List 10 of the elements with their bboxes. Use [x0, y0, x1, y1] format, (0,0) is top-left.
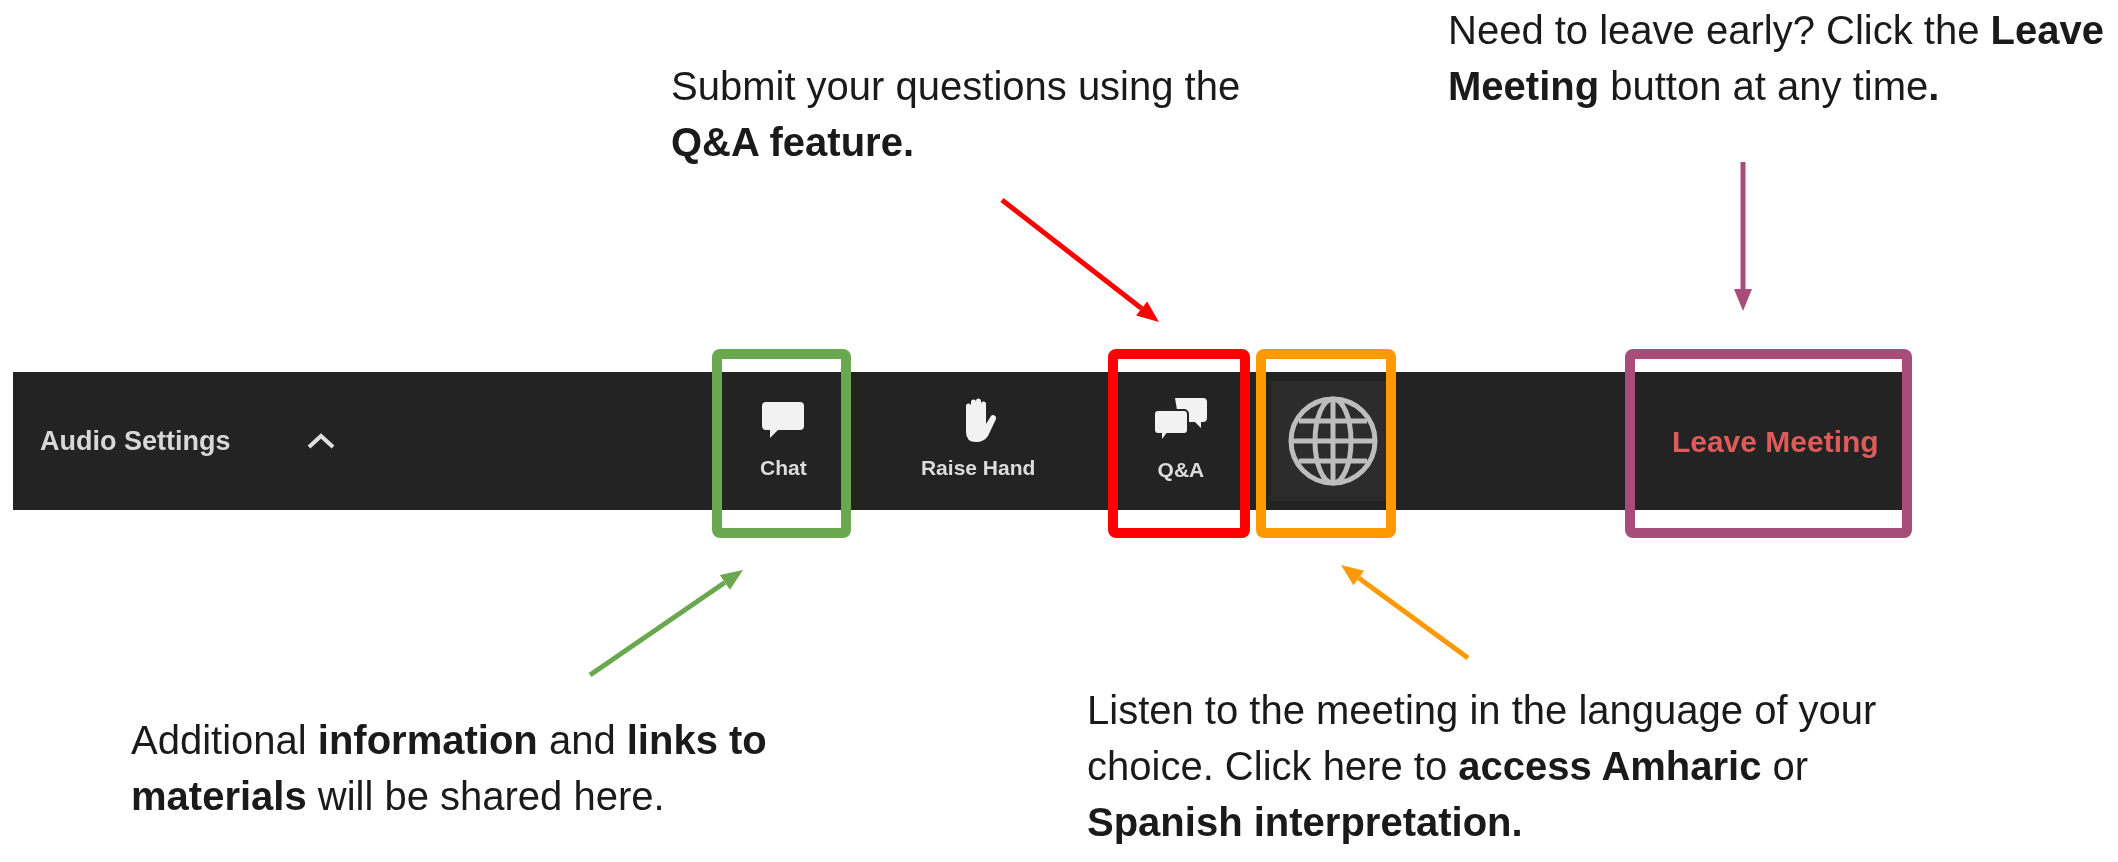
callout-text: Submit your questions using the Q&A feature.: [671, 63, 1242, 166]
audio-settings-label[interactable]: Audio Settings: [40, 420, 231, 462]
raise-hand-button[interactable]: Raise Hand: [903, 398, 1053, 484]
callout-text: Need to leave early? Click the Leave Meeting button at any time.: [1448, 7, 2105, 110]
callout-text: Listen to the meeting in the language of your choice. Click here to access Amharic or Spanish interpretation.: [1087, 687, 1878, 846]
leave-meeting-button[interactable]: Leave Meeting: [1640, 418, 1910, 464]
q-and-a-button[interactable]: Q&A: [1131, 396, 1231, 486]
chat-button[interactable]: Chat: [733, 398, 834, 484]
callout-text: Additional information and links to materials will be shared here.: [131, 717, 768, 820]
caret-icon[interactable]: [305, 432, 336, 450]
